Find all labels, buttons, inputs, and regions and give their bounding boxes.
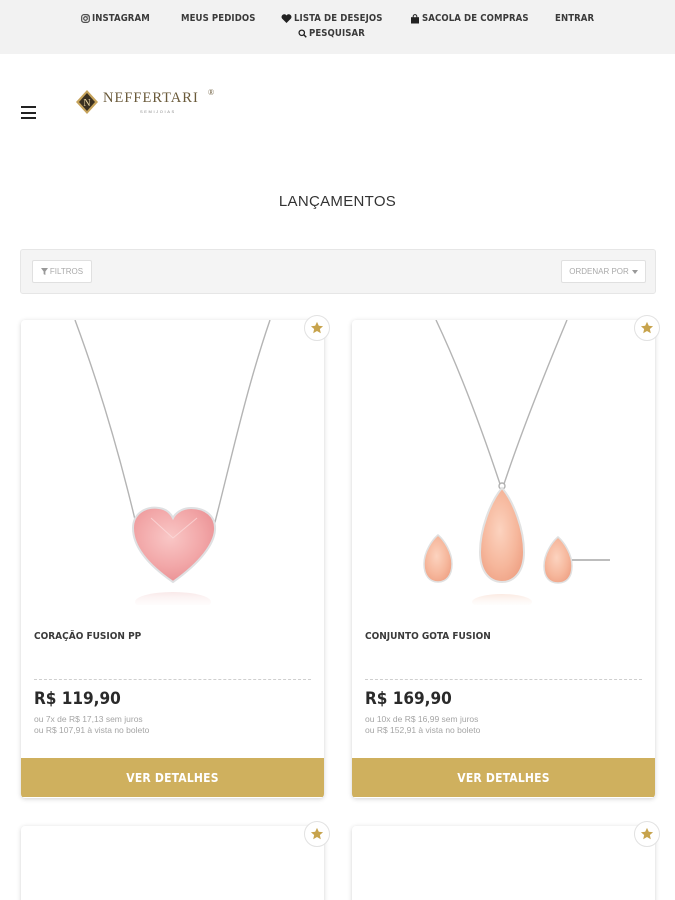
brand-mark-letter: N: [83, 98, 90, 109]
shopping-bag-link[interactable]: SACOLA DE COMPRAS: [410, 13, 529, 24]
menu-bar-icon: [21, 106, 36, 109]
star-icon: [310, 827, 324, 840]
product-card[interactable]: [352, 826, 655, 900]
funnel-icon: [40, 268, 48, 275]
brand-wordmark: NEFFERTARI: [103, 90, 199, 106]
product-card[interactable]: CONJUNTO GOTA FUSION R$ 169,90 ou 10x de…: [352, 320, 655, 798]
wishlist-link[interactable]: LISTA DE DESEJOS: [281, 13, 383, 24]
search-icon: [298, 29, 307, 38]
my-orders-link[interactable]: MEUS PEDIDOS: [181, 13, 256, 24]
star-icon: [640, 321, 654, 334]
brand-diamond-icon: N: [76, 90, 98, 114]
product-price: R$ 169,90: [365, 689, 452, 709]
instagram-label: INSTAGRAM: [92, 13, 150, 24]
brand-tagline: SEMIJOIAS: [140, 109, 176, 114]
divider: [365, 679, 642, 680]
installments-text: ou 10x de R$ 16,99 sem juros: [365, 714, 479, 724]
product-name[interactable]: CORAÇÃO FUSION PP: [34, 631, 141, 642]
product-image: [423, 320, 610, 605]
filter-toolbar: FILTROS ORDENAR POR: [20, 249, 656, 294]
favorite-button[interactable]: [304, 821, 330, 847]
filters-button[interactable]: FILTROS: [32, 260, 92, 283]
cash-price-text: ou R$ 107,91 à vista no boleto: [34, 724, 150, 735]
filters-label: FILTROS: [49, 267, 84, 276]
my-orders-label: MEUS PEDIDOS: [181, 13, 256, 24]
menu-bar-icon: [21, 111, 36, 114]
shopping-bag-label: SACOLA DE COMPRAS: [422, 13, 529, 24]
product-card[interactable]: CORAÇÃO FUSION PP R$ 119,90 ou 7x de R$ …: [21, 320, 324, 798]
product-installments: ou 10x de R$ 16,99 sem juros ou R$ 152,9…: [365, 714, 480, 735]
view-details-button[interactable]: VER DETALHES: [352, 758, 655, 797]
view-details-button[interactable]: VER DETALHES: [21, 758, 324, 797]
product-installments: ou 7x de R$ 17,13 sem juros ou R$ 107,91…: [34, 714, 149, 735]
favorite-button[interactable]: [634, 821, 660, 847]
sort-dropdown[interactable]: ORDENAR POR: [561, 260, 646, 283]
top-bar: INSTAGRAM MEUS PEDIDOS LISTA DE DESEJOS …: [0, 0, 675, 54]
product-name[interactable]: CONJUNTO GOTA FUSION: [365, 631, 491, 642]
divider: [34, 679, 311, 680]
instagram-icon: [81, 14, 90, 23]
product-image: [74, 320, 271, 605]
instagram-link[interactable]: INSTAGRAM: [81, 13, 150, 24]
favorite-button[interactable]: [634, 315, 660, 341]
hamburger-menu-button[interactable]: [21, 106, 36, 120]
star-icon: [310, 321, 324, 334]
installments-text: ou 7x de R$ 17,13 sem juros: [34, 714, 143, 724]
product-card[interactable]: [21, 826, 324, 900]
page-title: LANÇAMENTOS: [278, 193, 397, 210]
search-link[interactable]: PESQUISAR: [298, 28, 365, 39]
brand-logo[interactable]: N NEFFERTARI ® SEMIJOIAS: [76, 88, 226, 118]
menu-bar-icon: [21, 117, 36, 120]
search-label: PESQUISAR: [309, 28, 365, 39]
favorite-button[interactable]: [304, 315, 330, 341]
heart-icon: [281, 14, 292, 23]
cash-price-text: ou R$ 152,91 à vista no boleto: [365, 724, 481, 735]
sort-label: ORDENAR POR: [569, 267, 629, 276]
wishlist-label: LISTA DE DESEJOS: [294, 13, 383, 24]
login-label: ENTRAR: [555, 13, 595, 24]
shopping-bag-icon: [411, 13, 419, 23]
star-icon: [640, 827, 654, 840]
registered-mark: ®: [208, 88, 215, 97]
login-link[interactable]: ENTRAR: [555, 13, 594, 24]
product-price: R$ 119,90: [34, 689, 121, 709]
caret-down-icon: [631, 269, 638, 274]
